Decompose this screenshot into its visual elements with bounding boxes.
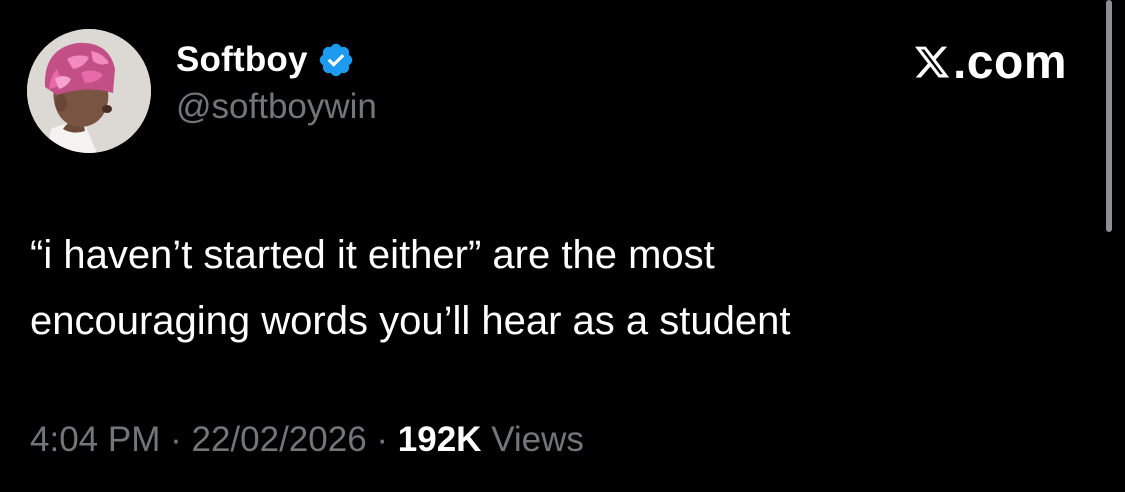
tweet-text: “i haven’t started it either” are the mo… [30,222,1090,354]
tweet-time[interactable]: 4:04 PM [30,420,160,459]
display-name[interactable]: Softboy [176,40,308,80]
x-logo-icon [914,46,950,78]
tweet-text-line: encouraging words you’ll hear as a stude… [30,299,791,343]
brand-text: .com [952,35,1067,89]
views-count[interactable]: 192K [398,420,482,459]
verified-badge-icon [319,43,352,77]
avatar[interactable] [27,29,151,153]
tweet-card: Softboy @softboywin .com “i haven’t star… [0,0,1125,492]
meta-separator: · [170,420,182,459]
author-name-row: Softboy [176,38,355,82]
scrollbar-thumb[interactable] [1106,0,1112,232]
tweet-text-line: “i haven’t started it either” are the mo… [30,233,715,277]
author-handle[interactable]: @softboywin [176,87,377,127]
views-label: Views [491,420,584,459]
tweet-meta: 4:04 PM · 22/02/2026 · 192K Views [30,420,584,460]
tweet-date[interactable]: 22/02/2026 [191,420,366,459]
meta-separator: · [376,420,389,459]
brand-logo: .com [913,34,1067,90]
profile-avatar-photo [27,29,151,153]
